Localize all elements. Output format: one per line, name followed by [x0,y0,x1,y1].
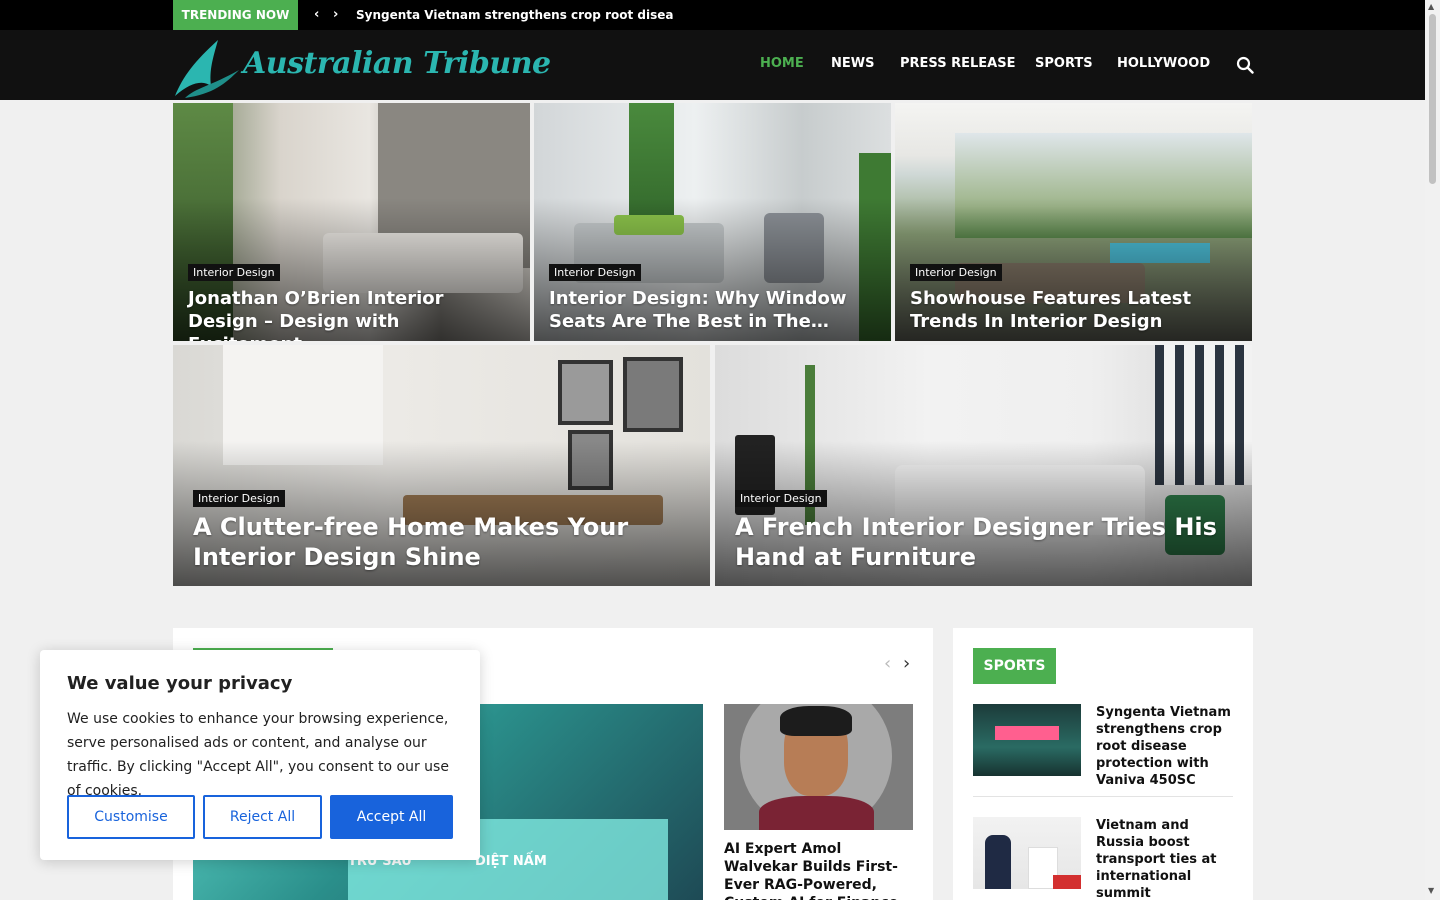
hero-card[interactable]: Interior Design Showhouse Features Lates… [895,103,1252,341]
hero-title[interactable]: Showhouse Features Latest Trends In Inte… [910,287,1240,333]
scroll-up-arrow-icon[interactable]: ▲ [1428,2,1434,11]
customise-button[interactable]: Customise [67,795,195,839]
hero-card[interactable]: Interior Design A Clutter-free Home Make… [173,345,710,586]
accept-all-button[interactable]: Accept All [330,795,453,839]
sports-thumbnail[interactable] [973,817,1081,889]
trending-headline[interactable]: Syngenta Vietnam strengthens crop root d… [356,0,674,30]
trending-label: TRENDING NOW [173,0,298,30]
category-badge[interactable]: Interior Design [193,490,285,507]
cookie-description: We use cookies to enhance your browsing … [67,711,449,799]
trending-next-button[interactable]: › [333,7,338,22]
hero-title[interactable]: A French Interior Designer Tries His Han… [735,512,1232,572]
reject-all-button[interactable]: Reject All [203,795,322,839]
cookie-title: We value your privacy [67,673,293,694]
sports-section-label[interactable]: SPORTS [973,648,1056,684]
site-header: Australian Tribune HOME NEWS PRESS RELEA… [0,30,1425,100]
category-badge[interactable]: Interior Design [735,490,827,507]
category-badge[interactable]: Interior Design [549,264,641,281]
trending-bar: TRENDING NOW ‹ › Syngenta Vietnam streng… [0,0,1425,30]
divider [973,796,1233,797]
article-title[interactable]: AI Expert Amol Walvekar Builds First-Eve… [724,840,909,900]
sports-thumbnail[interactable] [973,704,1081,776]
hero-title[interactable]: Interior Design: Why Window Seats Are Th… [549,287,879,333]
scroll-down-arrow-icon[interactable]: ▼ [1428,886,1434,895]
article-thumbnail[interactable] [724,704,913,830]
site-logo[interactable]: Australian Tribune [173,36,551,98]
hero-title[interactable]: A Clutter-free Home Makes Your Interior … [193,512,690,572]
hero-card[interactable]: Interior Design A French Interior Design… [715,345,1252,586]
category-badge[interactable]: Interior Design [188,264,280,281]
carousel-next-button[interactable]: › [903,653,910,674]
nav-press-release[interactable]: PRESS RELEASE [900,56,1015,71]
logo-wing-icon [175,40,239,98]
logo-text: Australian Tribune [243,46,551,81]
nav-sports[interactable]: SPORTS [1035,56,1093,71]
image-caption-word: DIỆT NẤM [475,854,547,869]
hero-title[interactable]: Jonathan O’Brien Interior Design – Desig… [188,287,518,341]
sports-article-title[interactable]: Syngenta Vietnam strengthens crop root d… [1096,704,1236,789]
nav-hollywood[interactable]: HOLLYWOOD [1117,56,1210,71]
hero-card[interactable]: Interior Design Interior Design: Why Win… [534,103,891,341]
page-scrollbar[interactable]: ▲ ▼ [1425,0,1440,900]
search-icon[interactable] [1236,56,1254,74]
carousel-prev-button[interactable]: ‹ [884,653,891,674]
category-badge[interactable]: Interior Design [910,264,1002,281]
nav-news[interactable]: NEWS [831,56,874,71]
scrollbar-thumb[interactable] [1429,14,1436,184]
nav-home[interactable]: HOME [760,56,804,71]
cookie-consent-banner: We value your privacy We use cookies to … [40,650,480,860]
trending-prev-button[interactable]: ‹ [314,7,319,22]
hero-card[interactable]: Interior Design Jonathan O’Brien Interio… [173,103,530,341]
sports-article-title[interactable]: Vietnam and Russia boost transport ties … [1096,817,1236,900]
